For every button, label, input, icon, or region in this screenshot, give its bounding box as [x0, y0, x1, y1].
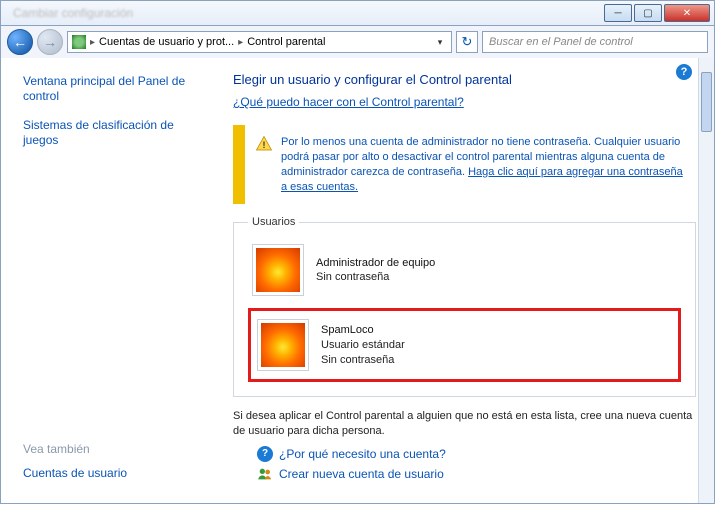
sidebar-link-user-accounts[interactable]: Cuentas de usuario	[23, 466, 207, 481]
window-title: Cambiar configuración	[13, 6, 133, 20]
search-input[interactable]: Buscar en el Panel de control	[482, 31, 708, 53]
help-icon[interactable]: ?	[676, 64, 692, 80]
warning-panel: ! Por lo menos una cuenta de administrad…	[233, 125, 696, 204]
users-group: Usuarios Administrador de equipo Sin con…	[233, 216, 696, 397]
users-legend: Usuarios	[248, 216, 299, 228]
create-account-link[interactable]: Crear nueva cuenta de usuario	[257, 466, 696, 482]
vertical-scrollbar[interactable]	[698, 58, 714, 503]
main-area: Ventana principal del Panel de control S…	[0, 58, 715, 504]
warning-text: Por lo menos una cuenta de administrador…	[281, 135, 684, 194]
forward-button[interactable]: →	[37, 29, 63, 55]
sidebar: Ventana principal del Panel de control S…	[1, 58, 219, 503]
close-button[interactable]: ✕	[664, 4, 710, 22]
user-info: SpamLoco Usuario estándar Sin contraseña	[321, 323, 405, 368]
sidebar-link-control-panel-home[interactable]: Ventana principal del Panel de control	[23, 74, 207, 104]
control-panel-icon	[72, 35, 86, 49]
what-can-i-do-link[interactable]: ¿Qué puedo hacer con el Control parental…	[233, 95, 464, 109]
navigation-bar: ← → ▸ Cuentas de usuario y prot... ▸ Con…	[0, 26, 715, 58]
help-icon: ?	[257, 446, 273, 462]
avatar	[257, 319, 309, 371]
breadcrumb-accounts[interactable]: Cuentas de usuario y prot...	[99, 36, 234, 48]
avatar	[252, 244, 304, 296]
footer-text: Si desea aplicar el Control parental a a…	[233, 409, 696, 438]
window-titlebar: Cambiar configuración ─ ▢ ✕	[0, 0, 715, 26]
back-button[interactable]: ←	[7, 29, 33, 55]
see-also-label: Vea también	[23, 442, 207, 456]
svg-text:!: !	[263, 140, 266, 150]
scrollbar-thumb[interactable]	[701, 72, 712, 132]
refresh-button[interactable]: ↻	[456, 31, 478, 53]
maximize-button[interactable]: ▢	[634, 4, 662, 22]
warning-icon: !	[255, 135, 273, 153]
address-dropdown-icon[interactable]: ▾	[433, 37, 447, 48]
user-info: Administrador de equipo Sin contraseña	[316, 256, 435, 286]
why-account-link[interactable]: ? ¿Por qué necesito una cuenta?	[257, 446, 696, 462]
sidebar-link-game-ratings[interactable]: Sistemas de clasificación de juegos	[23, 118, 207, 148]
minimize-button[interactable]: ─	[604, 4, 632, 22]
breadcrumb-sep-icon: ▸	[90, 37, 95, 48]
breadcrumb-parental[interactable]: Control parental	[247, 36, 325, 48]
footer-links: ? ¿Por qué necesito una cuenta? Crear nu…	[233, 446, 696, 482]
address-bar[interactable]: ▸ Cuentas de usuario y prot... ▸ Control…	[67, 31, 452, 53]
search-placeholder: Buscar en el Panel de control	[489, 36, 633, 48]
breadcrumb-sep-icon: ▸	[238, 37, 243, 48]
users-icon	[257, 466, 273, 482]
page-title: Elegir un usuario y configurar el Contro…	[233, 72, 696, 87]
user-row-admin[interactable]: Administrador de equipo Sin contraseña	[248, 238, 681, 302]
user-row-spamloco[interactable]: SpamLoco Usuario estándar Sin contraseña	[248, 308, 681, 382]
content-pane: ? Elegir un usuario y configurar el Cont…	[219, 58, 714, 503]
